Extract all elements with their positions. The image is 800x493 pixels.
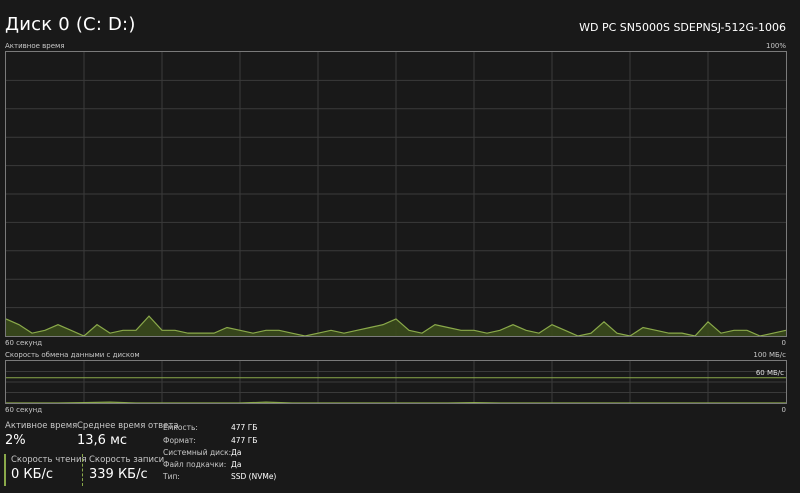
disk-performance-page: Диск 0 (C: D:) WD PC SN5000S SDEPNSJ-512… (0, 0, 800, 493)
write-speed-indicator (82, 454, 83, 486)
transfer-min-label: 0 (781, 406, 786, 414)
active-time-stat-title: Активное время (5, 421, 78, 431)
active-time-grid (6, 52, 786, 336)
active-time-chart-svg (6, 52, 786, 336)
property-page-file-value: Да (231, 460, 242, 469)
active-time-chart (5, 51, 787, 337)
write-speed-stat-value: 339 КБ/с (89, 467, 148, 482)
property-system-disk-value: Да (231, 448, 242, 457)
response-time-stat-value: 13,6 мс (77, 433, 128, 448)
property-system-disk-key: Системный диск: (163, 448, 232, 457)
active-time-graph-label: Активное время (5, 42, 65, 50)
property-capacity-value: 477 ГБ (231, 423, 258, 432)
property-type-key: Тип: (163, 472, 180, 481)
active-time-max-label: 100% (765, 42, 786, 50)
read-speed-stat-title: Скорость чтения (11, 455, 87, 465)
transfer-max-label: 100 МБ/с (753, 351, 786, 359)
active-time-duration-label: 60 секунд (5, 339, 43, 347)
active-time-stat-value: 2% (5, 433, 26, 448)
property-capacity-key: Емкость: (163, 423, 198, 432)
transfer-graph-label: Скорость обмена данными с диском (5, 351, 140, 359)
transfer-rate-chart-svg (6, 361, 786, 403)
read-speed-indicator (4, 454, 6, 486)
transfer-duration-label: 60 секунд (5, 406, 43, 414)
property-type-value: SSD (NVMe) (231, 472, 277, 481)
property-format-key: Формат: (163, 436, 196, 445)
disk-title: Диск 0 (C: D:) (5, 14, 136, 35)
read-speed-stat-value: 0 КБ/с (11, 467, 54, 482)
disk-model: WD PC SN5000S SDEPNSJ-512G-1006 (579, 21, 786, 34)
property-page-file-key: Файл подкачки: (163, 460, 227, 469)
transfer-secondary-label: 60 МБ/с (755, 369, 784, 377)
transfer-rate-chart (5, 360, 787, 404)
transfer-rate-grid (6, 361, 786, 403)
write-speed-stat-title: Скорость записи (89, 455, 165, 465)
property-format-value: 477 ГБ (231, 436, 258, 445)
active-time-min-label: 0 (781, 339, 786, 347)
